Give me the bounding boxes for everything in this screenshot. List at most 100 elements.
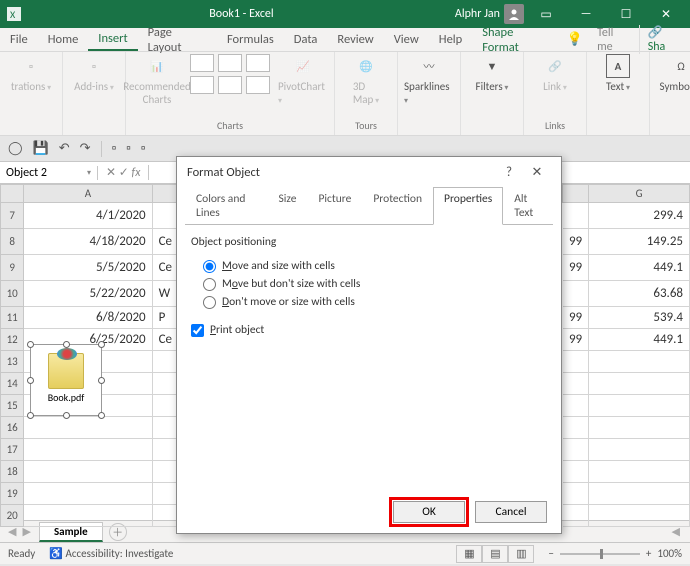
zoom-level[interactable]: 100% (657, 547, 682, 560)
row-header[interactable]: 19 (1, 483, 24, 505)
col-header[interactable]: A (24, 185, 152, 203)
minimize-button[interactable]: — (568, 0, 604, 28)
resize-handle[interactable] (27, 412, 34, 419)
cell[interactable]: W (152, 281, 178, 307)
dialog-tab-colors-lines[interactable]: Colors and Lines (185, 187, 268, 225)
page-break-view-button[interactable]: ▥ (508, 545, 534, 563)
cell[interactable] (152, 505, 178, 527)
cancel-button[interactable]: Cancel (475, 501, 547, 523)
cell[interactable]: 99 (563, 229, 589, 255)
qat-btn[interactable]: ▫ (126, 141, 131, 156)
filters-button[interactable]: ▼Filters (467, 54, 517, 93)
cell[interactable] (563, 483, 589, 505)
tab-review[interactable]: Review (327, 28, 383, 51)
zoom-out-button[interactable]: − (548, 547, 553, 560)
symbols-button[interactable]: ΩSymbols (656, 54, 690, 93)
resize-handle[interactable] (27, 377, 34, 384)
dialog-tab-picture[interactable]: Picture (307, 187, 362, 225)
resize-handle[interactable] (63, 341, 70, 348)
cell[interactable]: 449.1 (589, 329, 690, 351)
resize-handle[interactable] (63, 412, 70, 419)
zoom-in-button[interactable]: + (646, 547, 651, 560)
autosave-toggle[interactable]: ◯ (8, 141, 23, 156)
cell[interactable] (152, 417, 178, 439)
row-header[interactable]: 17 (1, 439, 24, 461)
dialog-help-button[interactable]: ? (495, 165, 523, 180)
row-header[interactable]: 8 (1, 229, 24, 255)
row-header[interactable]: 11 (1, 307, 24, 329)
tab-view[interactable]: View (384, 28, 429, 51)
link-button[interactable]: 🔗Link (530, 54, 580, 93)
radio-dont-move[interactable]: Don't move or size with cells (191, 293, 547, 311)
resize-handle[interactable] (98, 412, 105, 419)
dialog-tab-protection[interactable]: Protection (362, 187, 433, 225)
tab-data[interactable]: Data (284, 28, 328, 51)
col-header[interactable] (152, 185, 178, 203)
cell[interactable] (589, 439, 690, 461)
3dmap-button[interactable]: 🌐3D Map (341, 54, 391, 106)
embedded-object[interactable]: Book.pdf (30, 344, 102, 416)
dialog-close-button[interactable]: ✕ (523, 165, 551, 180)
row-header[interactable]: 13 (1, 351, 24, 373)
row-header[interactable]: 10 (1, 281, 24, 307)
cell[interactable] (589, 505, 690, 527)
cell[interactable] (152, 439, 178, 461)
cell[interactable]: 63.68 (589, 281, 690, 307)
cell[interactable]: Ce (152, 329, 178, 351)
cell[interactable] (563, 395, 589, 417)
cell[interactable] (24, 417, 152, 439)
maximize-button[interactable]: ☐ (608, 0, 644, 28)
cell[interactable] (563, 461, 589, 483)
cell[interactable] (589, 461, 690, 483)
row-header[interactable]: 20 (1, 505, 24, 527)
close-button[interactable]: ✕ (648, 0, 684, 28)
cell[interactable] (152, 351, 178, 373)
cell[interactable]: P (152, 307, 178, 329)
radio-move-and-size[interactable]: Move and size with cells (191, 257, 547, 275)
cell[interactable]: 6/8/2020 (24, 307, 152, 329)
cell[interactable]: 4/18/2020 (24, 229, 152, 255)
name-box[interactable]: Object 2▾ (0, 166, 98, 180)
cell[interactable] (589, 417, 690, 439)
resize-handle[interactable] (98, 341, 105, 348)
qat-btn[interactable]: ▫ (112, 141, 117, 156)
cell[interactable]: 5/5/2020 (24, 255, 152, 281)
cell[interactable] (152, 395, 178, 417)
sparklines-button[interactable]: 〰Sparklines (404, 54, 454, 106)
row-header[interactable]: 7 (1, 203, 24, 229)
tab-help[interactable]: Help (429, 28, 472, 51)
cell[interactable]: 99 (563, 329, 589, 351)
tell-me[interactable]: Tell me (589, 26, 639, 54)
cell[interactable]: Ce (152, 255, 178, 281)
resize-handle[interactable] (98, 377, 105, 384)
page-layout-view-button[interactable]: ▤ (482, 545, 508, 563)
cell[interactable] (563, 417, 589, 439)
cell[interactable]: 299.4 (589, 203, 690, 229)
cell[interactable]: 99 (563, 307, 589, 329)
tab-file[interactable]: File (0, 28, 38, 51)
cell[interactable] (152, 373, 178, 395)
cell[interactable] (24, 483, 152, 505)
chart-types[interactable] (190, 54, 270, 94)
cell[interactable]: 449.1 (589, 255, 690, 281)
cell[interactable] (24, 461, 152, 483)
cell[interactable] (563, 203, 589, 229)
cell[interactable] (589, 483, 690, 505)
user-name[interactable]: Alphr Jan (455, 4, 524, 24)
qat-btn[interactable]: ▫ (141, 141, 146, 156)
cell[interactable]: 149.25 (589, 229, 690, 255)
cell[interactable] (589, 395, 690, 417)
row-header[interactable]: 18 (1, 461, 24, 483)
cell[interactable]: 4/1/2020 (24, 203, 152, 229)
cell[interactable]: 539.4 (589, 307, 690, 329)
dialog-tab-alt-text[interactable]: Alt Text (503, 187, 553, 225)
cell[interactable] (152, 203, 178, 229)
addins-button[interactable]: ▫Add-ins (69, 54, 119, 93)
resize-handle[interactable] (27, 341, 34, 348)
fx-icon[interactable]: ✕ ✓ fx (98, 165, 149, 180)
zoom-slider[interactable] (560, 553, 640, 555)
tab-shape-format[interactable]: Shape Format (472, 28, 561, 51)
cell[interactable] (589, 351, 690, 373)
checkbox-print-object[interactable]: Print object (191, 321, 547, 339)
cell[interactable] (152, 461, 178, 483)
